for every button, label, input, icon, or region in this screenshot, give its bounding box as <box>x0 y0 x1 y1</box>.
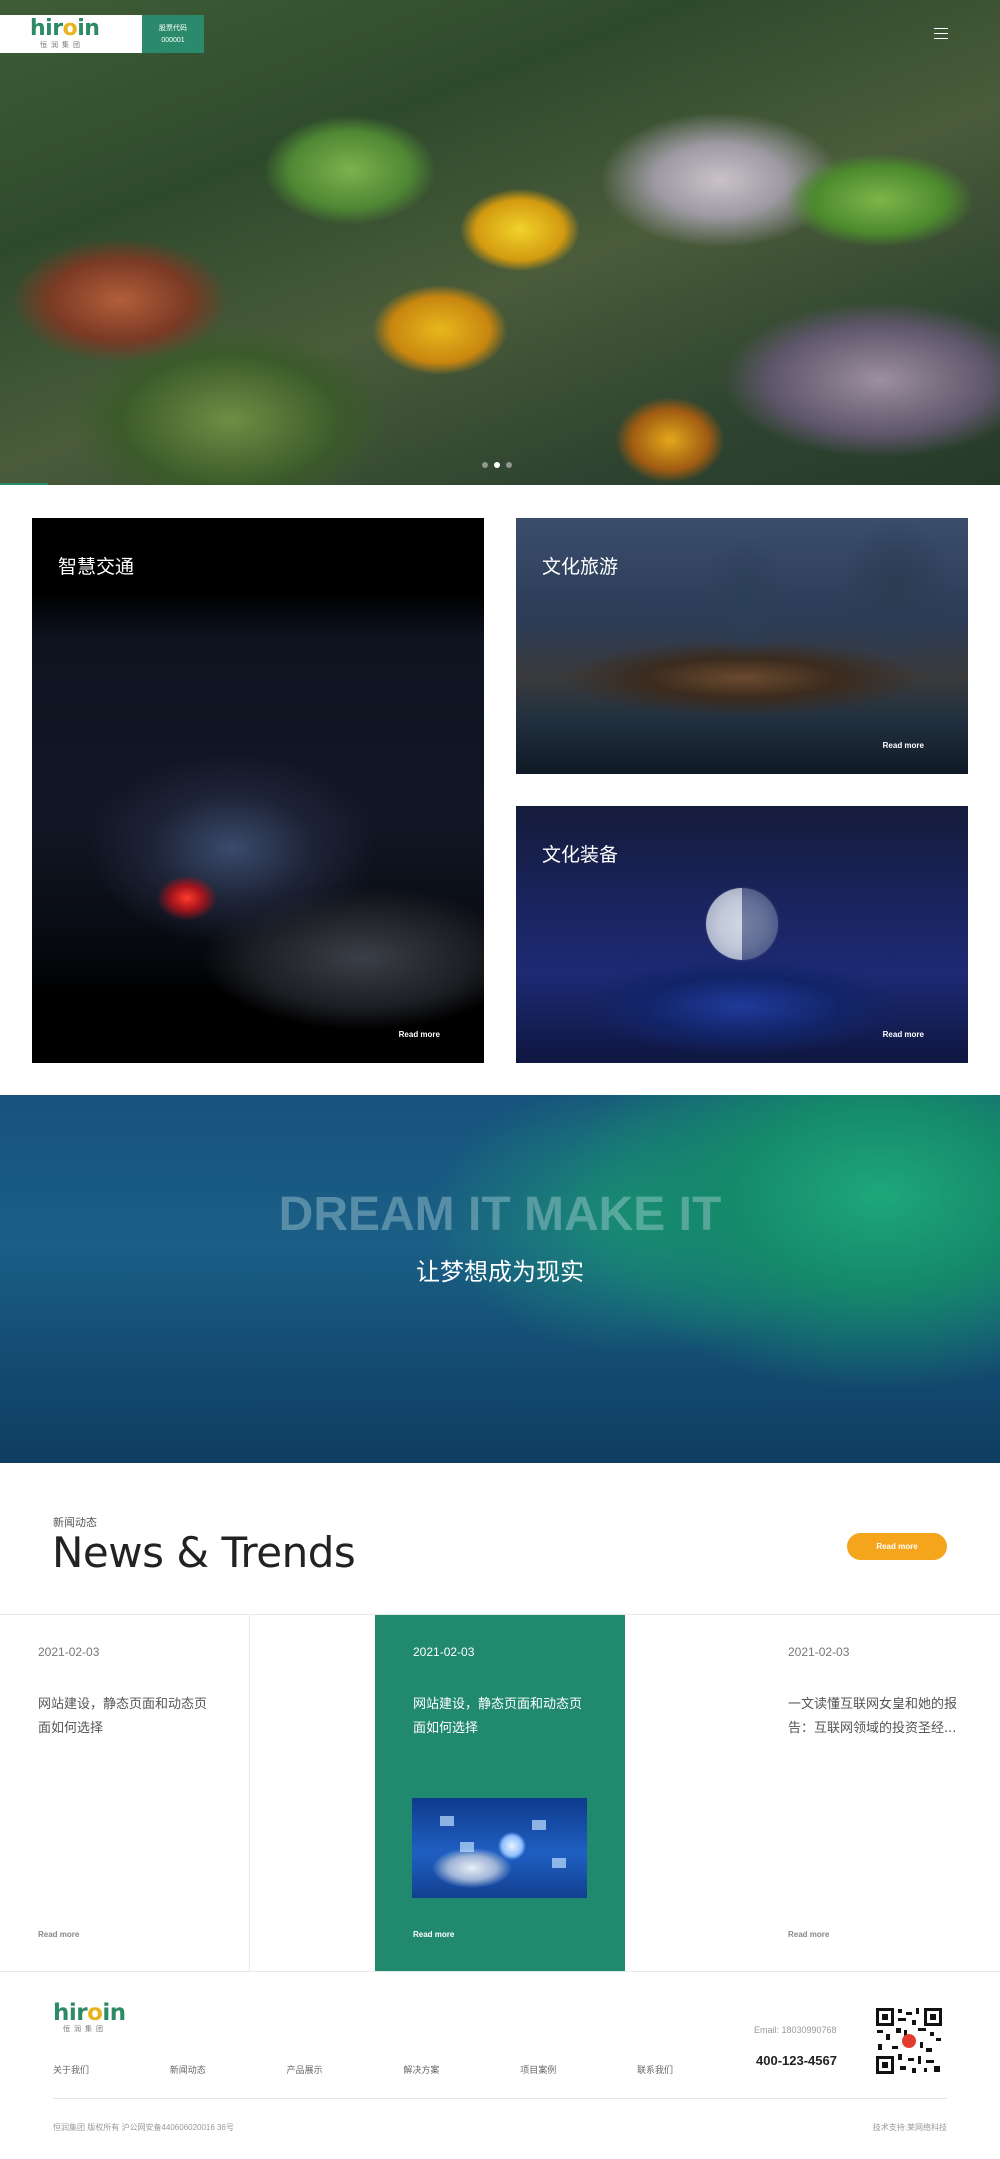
qr-code-graphic <box>874 2006 944 2076</box>
footer-phone: 400-123-4567 <box>756 2053 837 2068</box>
news-read-more-link[interactable]: Read more <box>788 1930 829 1939</box>
logo-wordmark: hiroin <box>53 2000 126 2026</box>
news-date: 2021-02-03 <box>413 1645 475 1659</box>
top-bar: hiroin 恒润集团 股票代码 000001 <box>0 0 1000 54</box>
card-read-more-link[interactable]: Read more <box>883 1030 924 1039</box>
card-title: 文化旅游 <box>542 556 619 578</box>
stock-code-badge: 股票代码 000001 <box>142 15 204 53</box>
logo-subtitle: 恒润集团 <box>40 41 84 49</box>
slider-pagination <box>482 462 512 468</box>
news-item[interactable]: 2021-02-03 网站建设，静态页面和动态页面如何选择 Read more <box>0 1615 250 1971</box>
hero-banner: hiroin 恒润集团 股票代码 000001 <box>0 0 1000 485</box>
news-headline[interactable]: 网站建设，静态页面和动态页面如何选择 <box>38 1693 214 1741</box>
news-section-title: News & Trends <box>52 1528 356 1577</box>
footer-nav-contact[interactable]: 联系我们 <box>637 2063 673 2076</box>
news-read-more-button[interactable]: Read more <box>847 1533 947 1560</box>
dream-slogan-cn: 让梦想成为现实 <box>416 1258 584 1286</box>
news-thumbnail-image[interactable] <box>412 1798 587 1898</box>
footer-logo[interactable]: hiroin 恒润集团 <box>53 2000 126 2034</box>
dream-slogan-en: DREAM IT MAKE IT <box>278 1188 722 1241</box>
card-title: 文化装备 <box>542 844 619 866</box>
footer-copyright: 恒润集团 版权所有 沪公网安备440606020016 36号 <box>53 2123 234 2132</box>
news-headline[interactable]: 网站建设，静态页面和动态页面如何选择 <box>413 1693 589 1741</box>
logo[interactable]: hiroin 恒润集团 <box>0 15 142 53</box>
stock-code: 000001 <box>161 37 185 44</box>
slide-progress-bar <box>0 483 48 485</box>
stock-label: 股票代码 <box>159 25 187 32</box>
news-date: 2021-02-03 <box>38 1645 100 1659</box>
footer-nav-news[interactable]: 新闻动态 <box>170 2063 206 2076</box>
footer-email: Email: 18030990768 <box>754 2025 837 2035</box>
footer-tech-support[interactable]: 技术支持:莱网络科技 <box>873 2122 947 2133</box>
news-list: 2021-02-03 网站建设，静态页面和动态页面如何选择 Read more … <box>0 1614 1000 1972</box>
news-item[interactable]: 2021-02-03 网站建设，静态页面和动态页面如何选择 Read more <box>375 1615 625 1971</box>
news-date: 2021-02-03 <box>788 1645 850 1659</box>
card-title: 智慧交通 <box>58 556 135 578</box>
card-culture-equipment[interactable]: 文化装备 Read more <box>516 806 968 1063</box>
news-item[interactable]: 2021-02-03 一文读懂互联网女皇和她的报告：互联网领域的投资圣经... … <box>750 1615 1000 1971</box>
qr-code-image <box>874 2006 944 2076</box>
card-smart-traffic[interactable]: 智慧交通 Read more <box>32 518 484 1063</box>
logo-wordmark: hiroin <box>30 15 100 41</box>
card-read-more-link[interactable]: Read more <box>883 741 924 750</box>
footer-divider <box>53 2098 947 2099</box>
slide-dot[interactable] <box>506 462 512 468</box>
footer-nav: 关于我们 新闻动态 产品展示 解决方案 项目案例 联系我们 <box>53 2063 673 2076</box>
slide-dot[interactable] <box>494 462 500 468</box>
footer-nav-cases[interactable]: 项目案例 <box>520 2063 556 2076</box>
news-read-more-link[interactable]: Read more <box>413 1930 454 1939</box>
slide-dot[interactable] <box>482 462 488 468</box>
card-culture-tourism[interactable]: 文化旅游 Read more <box>516 518 968 774</box>
footer-nav-about[interactable]: 关于我们 <box>53 2063 89 2076</box>
news-headline[interactable]: 一文读懂互联网女皇和她的报告：互联网领域的投资圣经... <box>788 1693 964 1741</box>
card-read-more-link[interactable]: Read more <box>399 1030 440 1039</box>
hamburger-menu-icon[interactable] <box>934 28 948 40</box>
footer-nav-products[interactable]: 产品展示 <box>287 2063 323 2076</box>
taiji-symbol-image <box>706 888 778 960</box>
news-read-more-link[interactable]: Read more <box>38 1930 79 1939</box>
footer-nav-solutions[interactable]: 解决方案 <box>403 2063 439 2076</box>
